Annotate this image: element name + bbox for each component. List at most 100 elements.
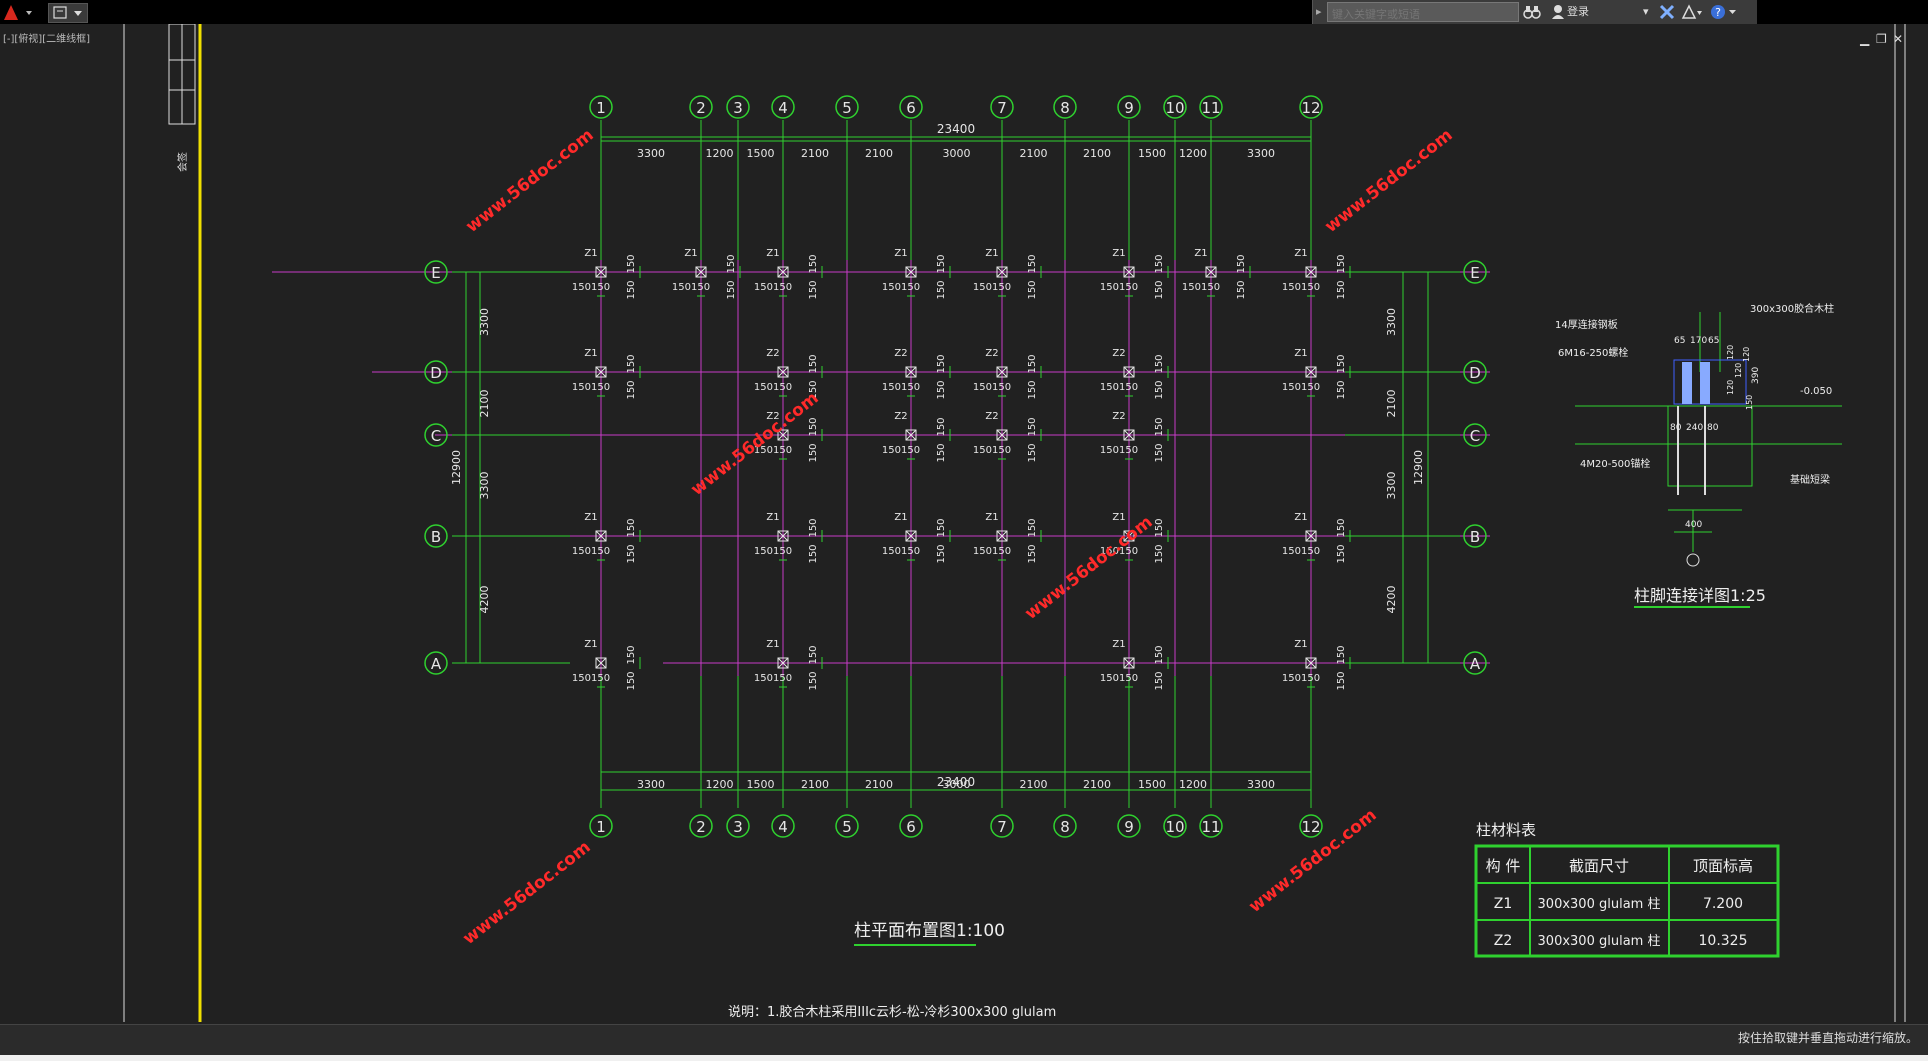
column-dim: 150 <box>808 645 819 664</box>
column-label: Z1 <box>985 248 998 259</box>
column-label: Z1 <box>684 248 697 259</box>
column-dim: 150 <box>626 354 637 373</box>
grid-number-label: 10 <box>1165 99 1184 117</box>
detail-label-column: 300x300胶合木柱 <box>1750 302 1834 315</box>
x-exchange-icon[interactable] <box>1659 4 1675 20</box>
column-dim: 150150 <box>1100 445 1138 456</box>
a360-icon[interactable] <box>1681 4 1703 20</box>
autocad-logo-icon[interactable] <box>2 2 38 22</box>
column-dim: 150 <box>626 380 637 399</box>
drawing-area[interactable]: 会签 1 1 2 2 3 3 4 4 5 5 6 6 7 7 8 8 9 9 10 10 11 11 12 12 E E D D C C B… <box>0 23 1928 1024</box>
column-dim: 150 <box>936 544 947 563</box>
dimension-span: 1500 <box>1138 147 1166 160</box>
plan-title: 柱平面布置图1:100 <box>854 921 1005 941</box>
column-dim: 150 <box>808 417 819 436</box>
column-dim: 150 <box>936 443 947 462</box>
dimension-span: 1500 <box>1138 778 1166 791</box>
column-dim: 150 <box>936 280 947 299</box>
column-dim: 150 <box>808 280 819 299</box>
grid-layer: 112233445566778899101011111212E ED DC CB BA A… <box>272 95 1490 838</box>
detail-dim: 390 <box>1751 367 1761 384</box>
column-dim: 150 <box>1154 443 1165 462</box>
grid-letter-label: D <box>1469 364 1481 382</box>
watermark-text: www.56doc.com <box>1021 512 1156 624</box>
column-dim: 150 <box>1336 671 1347 690</box>
column-dim: 150 <box>1154 645 1165 664</box>
grid-number-label: 6 <box>906 99 916 117</box>
column-dim: 150150 <box>1100 282 1138 293</box>
column-label: Z1 <box>584 639 597 650</box>
expand-icon[interactable]: ▸ <box>1316 3 1322 21</box>
detail-dim: 80 <box>1707 423 1719 433</box>
column-dim: 150 <box>1154 380 1165 399</box>
column-dim: 150150 <box>572 546 610 557</box>
detail-dim: 80 <box>1670 423 1682 433</box>
detail-label-plate: 14厚连接钢板 <box>1555 318 1618 331</box>
table-cell: 300x300 glulam 柱 <box>1538 897 1661 912</box>
column-dim: 150150 <box>882 382 920 393</box>
table-cell: Z1 <box>1494 896 1513 912</box>
grid-letter-label: B <box>431 528 441 546</box>
dimension-span: 1500 <box>747 147 775 160</box>
table-cell: Z2 <box>1494 933 1513 949</box>
detail-dim: 65 <box>1708 336 1719 346</box>
column-label: Z1 <box>985 512 998 523</box>
detail-dim: 150 <box>1745 395 1754 410</box>
login-dropdown-icon[interactable]: ▾ <box>1643 3 1649 21</box>
column-dim: 150150 <box>572 382 610 393</box>
table-header: 顶面标高 <box>1693 857 1753 875</box>
dimension-span: 3300 <box>1247 147 1275 160</box>
column-label: Z2 <box>985 411 998 422</box>
column-dim: 150150 <box>754 546 792 557</box>
table-cell: 10.325 <box>1699 933 1748 949</box>
column-dim: 150150 <box>1100 673 1138 684</box>
column-dim: 150 <box>1336 380 1347 399</box>
column-dim: 150 <box>1336 354 1347 373</box>
grid-number-label: 1 <box>596 99 606 117</box>
detail-dim: 170 <box>1690 336 1707 346</box>
search-input[interactable] <box>1328 6 1522 23</box>
dimension-span: 1200 <box>706 778 734 791</box>
column-dim: 150 <box>1027 254 1038 273</box>
column-dim: 150 <box>1027 380 1038 399</box>
column-dim: 150150 <box>572 282 610 293</box>
drawing-svg: 会签 112233445566778899101011111212E ED DC CB… <box>123 23 1906 1022</box>
status-message: 按住拾取键并垂直拖动进行缩放。 <box>1737 1031 1918 1045</box>
login-button[interactable]: 登录 <box>1567 3 1589 21</box>
column-dim: 150150 <box>1182 282 1220 293</box>
column-label: Z2 <box>766 348 779 359</box>
column-label: Z1 <box>584 248 597 259</box>
column-label: Z2 <box>894 348 907 359</box>
column-dim: 150 <box>1154 544 1165 563</box>
binoculars-icon[interactable] <box>1523 4 1541 20</box>
column-label: Z1 <box>1112 512 1125 523</box>
column-label: Z1 <box>1112 639 1125 650</box>
quick-access-toolbar[interactable] <box>48 3 88 23</box>
dimension-span: 2100 <box>1385 390 1398 418</box>
search-field[interactable] <box>1327 2 1522 23</box>
dimension-span: 3300 <box>1385 472 1398 500</box>
bottom-strip <box>0 1055 1928 1061</box>
user-icon[interactable] <box>1551 4 1565 20</box>
grid-letter-label: A <box>1470 655 1481 673</box>
dimension-span: 2100 <box>1020 778 1048 791</box>
column-dim: 150 <box>1236 254 1247 273</box>
column-dim: 150150 <box>973 282 1011 293</box>
help-icon[interactable]: ? <box>1709 3 1739 21</box>
column-label: Z1 <box>766 248 779 259</box>
watermark-text: www.56doc.com <box>459 837 594 949</box>
grid-number-label: 2 <box>696 818 706 836</box>
viewport-controls[interactable]: [-][俯视][二维线框] <box>3 30 90 45</box>
close-icon[interactable]: ✕ <box>1893 32 1903 46</box>
status-bar: 按住拾取键并垂直拖动进行缩放。 <box>0 1024 1928 1061</box>
restore-icon[interactable]: ❐ <box>1876 32 1887 46</box>
minimize-icon[interactable]: ▁ <box>1860 32 1869 46</box>
column-dim: 150150 <box>1282 546 1320 557</box>
dimension-span: 1500 <box>747 778 775 791</box>
column-dim: 150 <box>1336 518 1347 537</box>
table-header: 构 件 <box>1486 857 1521 875</box>
column-label: Z1 <box>766 512 779 523</box>
dimension-total: 12900 <box>1412 450 1425 485</box>
column-label: Z1 <box>766 639 779 650</box>
column-label: Z1 <box>894 512 907 523</box>
